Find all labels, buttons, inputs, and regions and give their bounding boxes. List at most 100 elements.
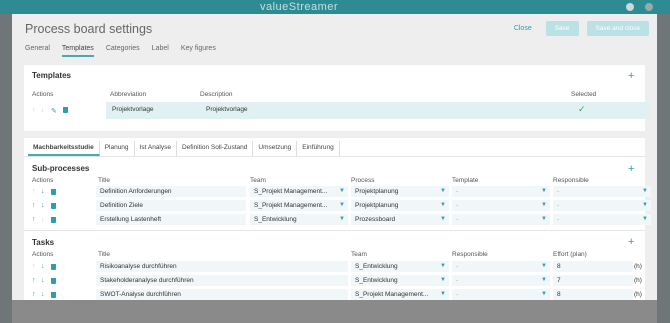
settings-tabs: General Templates Categories Label Key f… (25, 45, 216, 57)
move-down-icon: ↓ (41, 107, 45, 114)
responsible-select[interactable]: - ▼ (452, 289, 550, 300)
effort-input[interactable]: 8 (553, 261, 633, 272)
subprocess-title[interactable]: Erstellung Lastenheft (96, 214, 246, 225)
effort-unit: (h) (634, 277, 642, 284)
phase-panel: Machbarkeitsstudie Planung Ist Analyse D… (24, 138, 651, 300)
template-abbreviation: Projektvorlage (112, 106, 154, 113)
modal-actions: Close Save Save and close (514, 21, 649, 36)
move-down-icon[interactable]: ↓ (41, 275, 45, 286)
responsible-select[interactable]: - ▼ (452, 261, 550, 272)
subprocess-title[interactable]: Definition Anforderungen (96, 186, 246, 197)
template-select[interactable]: - ▼ (452, 214, 550, 225)
phase-tab[interactable]: Umsetzung (253, 141, 298, 156)
process-select[interactable]: Prozessboard ▼ (351, 214, 449, 225)
process-select[interactable]: Projektplanung ▼ (351, 186, 449, 197)
tab-label[interactable]: Label (152, 45, 169, 57)
team-select[interactable]: S_Projekt Management... ▼ (250, 200, 348, 211)
phase-tab[interactable]: Ist Analyse (135, 141, 177, 156)
task-title[interactable]: Stakeholderanalyse durchführen (96, 275, 348, 286)
add-task-icon[interactable]: + (628, 237, 634, 248)
chevron-down-icon: ▼ (440, 263, 446, 269)
move-up-icon[interactable]: ↑ (32, 200, 36, 211)
phase-tab[interactable]: Definition Soll-Zustand (177, 141, 254, 156)
chevron-down-icon: ▼ (339, 216, 345, 222)
move-down-icon[interactable]: ↓ (41, 200, 45, 211)
move-up-icon[interactable]: ↑ (32, 289, 36, 300)
delete-icon[interactable] (51, 203, 56, 209)
templates-title: Templates (32, 71, 71, 80)
col-title: Title (98, 177, 111, 184)
tab-templates[interactable]: Templates (61, 45, 94, 57)
responsible-value: - (557, 188, 560, 195)
delete-icon[interactable] (51, 217, 56, 223)
chevron-down-icon: ▼ (541, 263, 547, 269)
close-button[interactable]: Close (514, 25, 532, 32)
responsible-select[interactable]: - ▼ (553, 214, 651, 225)
responsible-value: - (456, 263, 459, 270)
task-title[interactable]: Risikoanalyse durchführen (96, 261, 348, 272)
template-description: Projektvorlage (206, 106, 248, 113)
edit-icon[interactable]: ✎ (51, 107, 57, 115)
process-select[interactable]: Projektplanung ▼ (351, 200, 449, 211)
tab-general[interactable]: General (25, 45, 50, 57)
col-team: Team (250, 177, 266, 184)
team-value: S_Entwicklung (355, 277, 398, 284)
move-up-icon[interactable]: ↑ (32, 275, 36, 286)
effort-input[interactable]: 7 (553, 275, 633, 286)
template-select[interactable]: - ▼ (452, 200, 550, 211)
subprocess-title[interactable]: Definition Ziele (96, 200, 246, 211)
chevron-down-icon: ▼ (642, 188, 648, 194)
tab-key-figures[interactable]: Key figures (181, 45, 216, 57)
team-value: S_Projekt Management... (254, 188, 328, 195)
avatar[interactable] (645, 3, 653, 11)
phase-tab[interactable]: Einführung (297, 141, 340, 156)
phase-tab[interactable]: Planung (100, 141, 135, 156)
team-value: S_Projekt Management... (254, 202, 328, 209)
phase-tabs: Machbarkeitsstudie Planung Ist Analyse D… (28, 141, 340, 156)
col-process: Process (351, 177, 375, 184)
team-value: S_Entwicklung (355, 263, 398, 270)
responsible-value: - (557, 216, 560, 223)
team-select[interactable]: S_Entwicklung ▼ (250, 214, 348, 225)
team-select[interactable]: S_Projekt Management... ▼ (250, 186, 348, 197)
process-value: Projektplanung (355, 202, 399, 209)
team-select[interactable]: S_Entwicklung ▼ (351, 275, 449, 286)
delete-icon[interactable] (51, 292, 56, 298)
move-down-icon[interactable]: ↓ (41, 186, 45, 197)
chevron-down-icon: ▼ (440, 291, 446, 297)
gear-icon[interactable] (626, 3, 634, 11)
app-right-gutter (657, 14, 670, 323)
add-template-icon[interactable]: + (628, 71, 634, 82)
responsible-select[interactable]: - ▼ (452, 275, 550, 286)
effort-unit: (h) (634, 291, 642, 298)
process-value: Projektplanung (355, 188, 399, 195)
move-up-icon[interactable]: ↑ (32, 214, 36, 225)
chevron-down-icon: ▼ (339, 188, 345, 194)
delete-icon[interactable] (51, 278, 56, 284)
save-button[interactable]: Save (545, 21, 579, 36)
chevron-down-icon: ▼ (541, 188, 547, 194)
chevron-down-icon: ▼ (541, 202, 547, 208)
responsible-select[interactable]: - ▼ (553, 186, 651, 197)
col-actions: Actions (32, 91, 54, 98)
responsible-value: - (456, 277, 459, 284)
tab-categories[interactable]: Categories (106, 45, 140, 57)
move-down-icon[interactable]: ↓ (41, 289, 45, 300)
template-select[interactable]: - ▼ (452, 186, 550, 197)
delete-icon[interactable] (51, 264, 56, 270)
task-title[interactable]: SWOT-Analyse durchführen (96, 289, 348, 300)
delete-icon[interactable] (51, 189, 56, 195)
col-actions: Actions (32, 251, 54, 258)
template-row[interactable]: Projektvorlage Projektvorlage ✓ (106, 102, 650, 119)
move-down-icon[interactable]: ↓ (41, 261, 45, 272)
tasks-title: Tasks (32, 238, 55, 247)
delete-icon[interactable] (63, 107, 68, 113)
team-select[interactable]: S_Entwicklung ▼ (351, 261, 449, 272)
save-and-close-button[interactable]: Save and close (586, 21, 649, 36)
responsible-select[interactable]: - ▼ (553, 200, 651, 211)
effort-input[interactable]: 8 (553, 289, 633, 300)
add-subprocess-icon[interactable]: + (628, 164, 634, 175)
template-value: - (456, 188, 459, 195)
phase-tab[interactable]: Machbarkeitsstudie (28, 141, 100, 156)
team-select[interactable]: S_Projekt Management... ▼ (351, 289, 449, 300)
